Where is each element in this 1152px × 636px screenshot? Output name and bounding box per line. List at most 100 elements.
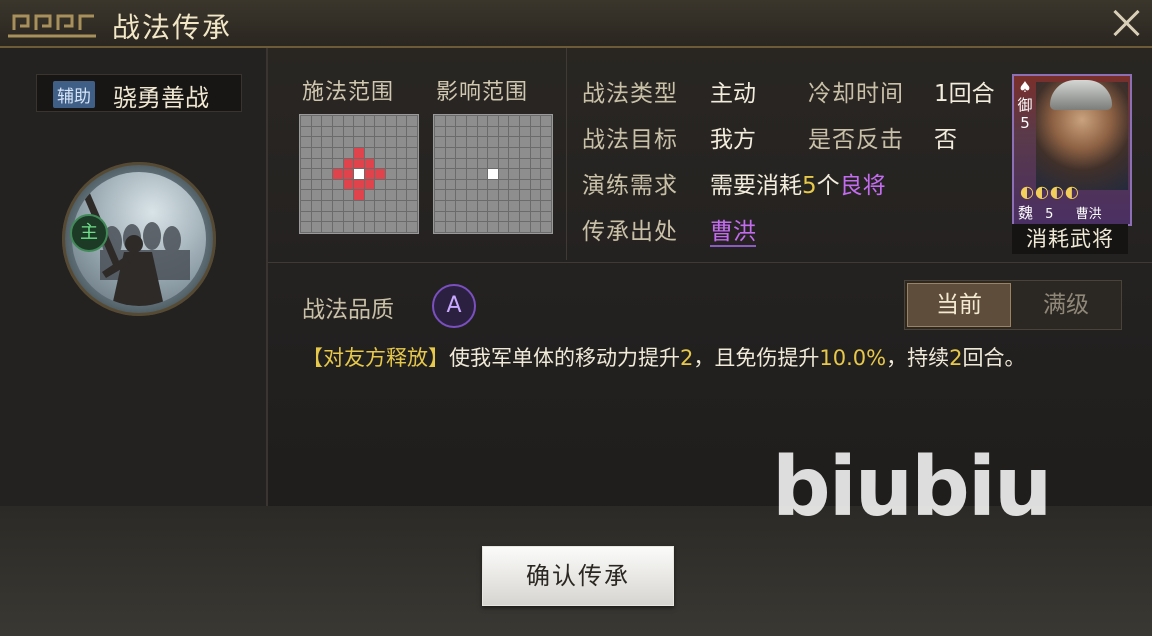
grid-cell [456, 201, 466, 211]
grid-cell [466, 190, 477, 201]
hero-side-info: ♠ 御 5 [1016, 78, 1034, 132]
requirement-label: 演练需求 [582, 173, 678, 199]
grid-cell [530, 116, 541, 126]
grid-cell [364, 169, 375, 179]
grid-cell [354, 147, 364, 158]
grid-cell [456, 137, 466, 147]
description-text: ，且免伤提升 [693, 346, 820, 370]
hero-troop-type: 御 [1017, 96, 1033, 114]
grid-cell [375, 190, 386, 201]
grid-cell [322, 116, 332, 126]
grid-cell [466, 147, 477, 158]
grid-cell [477, 222, 488, 232]
grid-cell [375, 179, 386, 190]
grid-cell [396, 169, 407, 179]
grid-cell [435, 116, 445, 126]
grid-cell [354, 201, 364, 211]
grid-cell [396, 147, 407, 158]
grid-cell [364, 211, 375, 222]
grid-cell [466, 179, 477, 190]
grid-cell [488, 147, 498, 158]
close-icon[interactable] [1112, 8, 1142, 38]
grid-cell [488, 137, 498, 147]
grid-cell [456, 116, 466, 126]
requirement-grade: 良将 [839, 173, 886, 199]
grid-cell [396, 190, 407, 201]
grid-cell [322, 190, 332, 201]
grid-cell [520, 137, 530, 147]
grid-cell [322, 211, 332, 222]
grid-cell [509, 147, 520, 158]
grid-cell [520, 158, 530, 169]
grid-cell [332, 126, 343, 137]
grid-cell [435, 222, 445, 232]
skill-type-tag: 辅助 [53, 81, 95, 108]
grid-cell [407, 147, 417, 158]
grid-cell [520, 116, 530, 126]
grid-cell [407, 126, 417, 137]
grid-cell [332, 179, 343, 190]
hero-card[interactable]: ♠ 御 5 ◐◐◐◐ 魏 5 曹洪 [1012, 74, 1132, 226]
tab-current[interactable]: 当前 [907, 283, 1011, 327]
grid-cell [466, 211, 477, 222]
grid-cell [435, 169, 445, 179]
grid-cell [477, 190, 488, 201]
confirm-inherit-button[interactable]: 确认传承 [482, 546, 674, 606]
grid-cell [311, 179, 322, 190]
grid-cell [477, 211, 488, 222]
grid-cell [456, 126, 466, 137]
grid-cell [541, 147, 551, 158]
grid-cell [354, 179, 364, 190]
grid-cell [332, 190, 343, 201]
grid-cell [530, 222, 541, 232]
grid-cell [364, 179, 375, 190]
grid-cell [407, 137, 417, 147]
grid-cell [364, 190, 375, 201]
grid-cell [520, 211, 530, 222]
description-value: 10.0% [819, 346, 887, 370]
grid-cell [375, 222, 386, 232]
hero-footer: 魏 5 曹洪 [1016, 202, 1128, 223]
grid-cell [488, 116, 498, 126]
grid-cell [311, 201, 322, 211]
grid-cell [541, 211, 551, 222]
grid-cell [301, 201, 311, 211]
skill-description: 【对友方释放】使我军单体的移动力提升2，且免伤提升10.0%，持续2回合。 [302, 342, 1122, 375]
grid-cell [301, 169, 311, 179]
grid-cell [386, 190, 396, 201]
grid-cell [332, 116, 343, 126]
grid-cell [407, 201, 417, 211]
grid-cell [541, 126, 551, 137]
grid-cell [301, 147, 311, 158]
grid-cell [364, 222, 375, 232]
grid-cell [322, 179, 332, 190]
grid-cell [509, 222, 520, 232]
source-hero-name[interactable]: 曹洪 [710, 219, 756, 247]
grid-cell [364, 116, 375, 126]
grid-cell [364, 147, 375, 158]
requirement-prefix: 需要消耗 [710, 173, 802, 199]
tab-max-level[interactable]: 满级 [1013, 283, 1119, 327]
grid-cell [386, 201, 396, 211]
grid-cell [396, 116, 407, 126]
grid-cell [375, 201, 386, 211]
grid-cell [541, 222, 551, 232]
grid-cell [520, 222, 530, 232]
grid-cell [407, 222, 417, 232]
grid-cell [322, 147, 332, 158]
grid-cell [477, 137, 488, 147]
grid-cell [456, 169, 466, 179]
grid-cell [364, 126, 375, 137]
grid-cell [386, 116, 396, 126]
grid-cell [343, 190, 354, 201]
watermark: biubiu [772, 440, 1052, 535]
grid-cell [375, 169, 386, 179]
source-hero-link[interactable]: 曹洪 [710, 212, 756, 247]
grid-cell [332, 222, 343, 232]
grid-cell [435, 147, 445, 158]
grid-cell [364, 137, 375, 147]
grid-cell [509, 179, 520, 190]
grid-cell [509, 169, 520, 179]
grid-cell [386, 179, 396, 190]
grid-cell [445, 126, 456, 137]
